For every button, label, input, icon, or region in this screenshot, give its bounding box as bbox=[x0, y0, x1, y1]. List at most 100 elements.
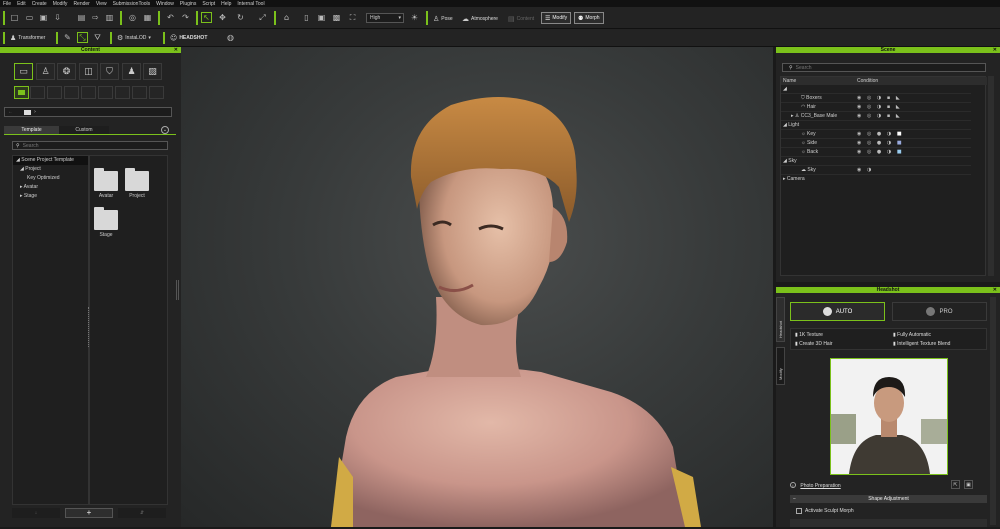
frame-icon[interactable]: ▣ bbox=[317, 13, 326, 22]
auto-mode-button[interactable]: AUTO bbox=[790, 302, 885, 321]
content-search-input[interactable]: ⚲ Search bbox=[12, 141, 168, 150]
condition-icons[interactable]: ◉ ◎ ◑ ▪ ◣ bbox=[857, 112, 902, 121]
avatar-category-icon[interactable]: ♙ bbox=[36, 63, 55, 80]
edit-mesh-icon[interactable]: ✎ bbox=[63, 33, 72, 42]
bake-icon[interactable]: ⛛ bbox=[93, 33, 102, 42]
tree-item-stage[interactable]: ▸ Stage bbox=[13, 192, 88, 201]
grid-icon[interactable]: ▩ bbox=[332, 13, 341, 22]
tree-item-project[interactable]: ◢ Project bbox=[13, 165, 88, 174]
load-photo-icon[interactable]: ⇱ bbox=[951, 480, 960, 489]
new-icon[interactable]: □ bbox=[10, 13, 19, 22]
3d-viewport[interactable] bbox=[181, 47, 773, 527]
quality-select[interactable]: High ▾ bbox=[366, 13, 404, 23]
scene-category-icon[interactable]: ▭ bbox=[14, 63, 33, 80]
undo-icon[interactable]: ↶ bbox=[166, 13, 175, 22]
save-icon[interactable]: ▣ bbox=[39, 13, 48, 22]
headshot-button[interactable]: ☺ HEADSHOT bbox=[170, 31, 207, 44]
condition-icons[interactable]: ◉ ◎ ◑ ▪ ◣ bbox=[857, 94, 902, 103]
light-icon[interactable]: ☀ bbox=[410, 13, 419, 22]
instalod-button[interactable]: ⚙ InstaLOD ▾ bbox=[117, 31, 151, 44]
scene-row-sky-group[interactable]: ◢ Sky bbox=[781, 157, 971, 166]
condition-icons[interactable]: ◉ ◎ ● ◑ ■ bbox=[857, 148, 904, 157]
modify-button[interactable]: ☰ Modify bbox=[541, 12, 572, 24]
photo-preparation-link[interactable]: i Photo Preparation bbox=[790, 482, 841, 489]
condition-icons[interactable]: ◉ ◎ ◑ ▪ ◣ bbox=[857, 103, 902, 112]
subcategory-slot[interactable] bbox=[98, 86, 113, 99]
scene-row-hair[interactable]: ◠ Hair ◉ ◎ ◑ ▪ ◣ bbox=[781, 103, 971, 112]
selected-tool-icon[interactable]: ⤡ bbox=[77, 32, 88, 43]
close-icon[interactable]: ✕ bbox=[174, 47, 178, 53]
tree-item-avatar[interactable]: ▸ Avatar bbox=[13, 183, 88, 192]
image-category-icon[interactable]: ▨ bbox=[143, 63, 162, 80]
activate-sculpt-morph-checkbox[interactable]: Activate Sculpt Morph bbox=[796, 508, 854, 514]
tree-item-key-optimized[interactable]: Key Optimized bbox=[13, 174, 88, 183]
menu-script[interactable]: Script bbox=[202, 1, 215, 7]
select-arrow-icon[interactable]: ↖ bbox=[201, 12, 212, 23]
photo-subcategory-icon[interactable] bbox=[47, 86, 62, 99]
add-button[interactable]: + bbox=[65, 508, 113, 518]
shape-adjustment-header[interactable]: − Shape Adjustment bbox=[790, 495, 987, 503]
props-category-icon[interactable]: ◫ bbox=[79, 63, 98, 80]
atmosphere-button[interactable]: ☁ Atmosphere bbox=[462, 12, 498, 25]
export-icon[interactable]: ⇨ bbox=[91, 13, 100, 22]
condition-icons[interactable]: ◉ ◑ bbox=[857, 166, 873, 175]
close-icon[interactable]: ✕ bbox=[993, 287, 997, 293]
bottom-button-right[interactable]: ⇵ bbox=[118, 508, 166, 518]
accessory-category-icon[interactable]: ❂ bbox=[57, 63, 76, 80]
scene-row-side[interactable]: ☼ Side ◉ ◎ ● ◑ ■ bbox=[781, 139, 971, 148]
scene-row-sky[interactable]: ☁ Sky ◉ ◑ bbox=[781, 166, 971, 175]
subcategory-slot[interactable] bbox=[132, 86, 147, 99]
menu-create[interactable]: Create bbox=[32, 1, 47, 7]
scene-scrollbar[interactable] bbox=[988, 76, 994, 276]
smart-search-icon[interactable]: ◎ bbox=[128, 13, 137, 22]
tree-item-scene-project-template[interactable]: ◢ Scene Project Template bbox=[13, 156, 88, 165]
figure-subcategory-icon[interactable] bbox=[30, 86, 45, 99]
subcategory-slot[interactable] bbox=[81, 86, 96, 99]
subcategory-slot[interactable] bbox=[149, 86, 164, 99]
file-icon[interactable]: ▤ bbox=[77, 13, 86, 22]
subcategory-slot[interactable] bbox=[64, 86, 79, 99]
menu-modify[interactable]: Modify bbox=[53, 1, 68, 7]
photo-frame[interactable] bbox=[830, 358, 948, 475]
motion-category-icon[interactable]: ♟ bbox=[122, 63, 141, 80]
scene-row-root[interactable]: ◢ bbox=[781, 85, 971, 94]
menu-file[interactable]: File bbox=[3, 1, 11, 7]
move-icon[interactable]: ✥ bbox=[218, 13, 227, 22]
options-icon[interactable]: ⌄ bbox=[161, 126, 169, 134]
tab-template[interactable]: Template bbox=[4, 126, 59, 134]
menu-edit[interactable]: Edit bbox=[17, 1, 26, 7]
scene-search-input[interactable]: ⚲ Search bbox=[782, 63, 986, 72]
side-tab-modify[interactable]: Modify bbox=[776, 347, 785, 385]
gallery-icon[interactable]: ▦ bbox=[143, 13, 152, 22]
content-button[interactable]: ▤ Content bbox=[508, 12, 534, 25]
folder-project-icon[interactable] bbox=[125, 168, 149, 191]
document-icon[interactable]: ▥ bbox=[105, 13, 114, 22]
condition-icons[interactable]: ◉ ◎ ● ◑ ■ bbox=[857, 130, 904, 139]
clothing-category-icon[interactable]: ⛉ bbox=[100, 63, 119, 80]
menu-view[interactable]: View bbox=[96, 1, 107, 7]
home-camera-icon[interactable]: ⌂ bbox=[282, 13, 291, 22]
face-scan-icon[interactable]: ◍ bbox=[226, 33, 235, 42]
menu-window[interactable]: Window bbox=[156, 1, 174, 7]
morph-button[interactable]: ⚉ Morph bbox=[574, 12, 604, 24]
template-subcategory-icon[interactable] bbox=[14, 86, 29, 99]
side-tab-headshot[interactable]: Headshot bbox=[776, 297, 785, 342]
condition-icons[interactable]: ◉ ◎ ● ◑ ■ bbox=[857, 139, 904, 148]
menu-internal-tool[interactable]: Internal Tool bbox=[237, 1, 264, 7]
pose-button[interactable]: ♙ Pose bbox=[433, 12, 453, 25]
scene-row-back[interactable]: ☼ Back ◉ ◎ ● ◑ ■ bbox=[781, 148, 971, 157]
headshot-scrollbar[interactable] bbox=[990, 297, 996, 525]
splitter-handle[interactable] bbox=[88, 307, 89, 347]
menu-render[interactable]: Render bbox=[73, 1, 89, 7]
path-bar[interactable]: ← › bbox=[4, 107, 172, 117]
next-section-header[interactable] bbox=[790, 519, 987, 527]
panel-resize-handle[interactable] bbox=[176, 280, 179, 300]
scene-row-key[interactable]: ☼ Key ◉ ◎ ● ◑ ■ bbox=[781, 130, 971, 139]
pro-mode-button[interactable]: PRO bbox=[892, 302, 987, 321]
close-icon[interactable]: ✕ bbox=[993, 47, 997, 53]
open-folder-icon[interactable]: ▭ bbox=[25, 13, 34, 22]
save-photo-icon[interactable]: ▣ bbox=[964, 480, 973, 489]
fullscreen-icon[interactable]: ⛶ bbox=[348, 13, 357, 22]
rotate-icon[interactable]: ↻ bbox=[236, 13, 245, 22]
folder-stage-icon[interactable] bbox=[94, 207, 118, 230]
